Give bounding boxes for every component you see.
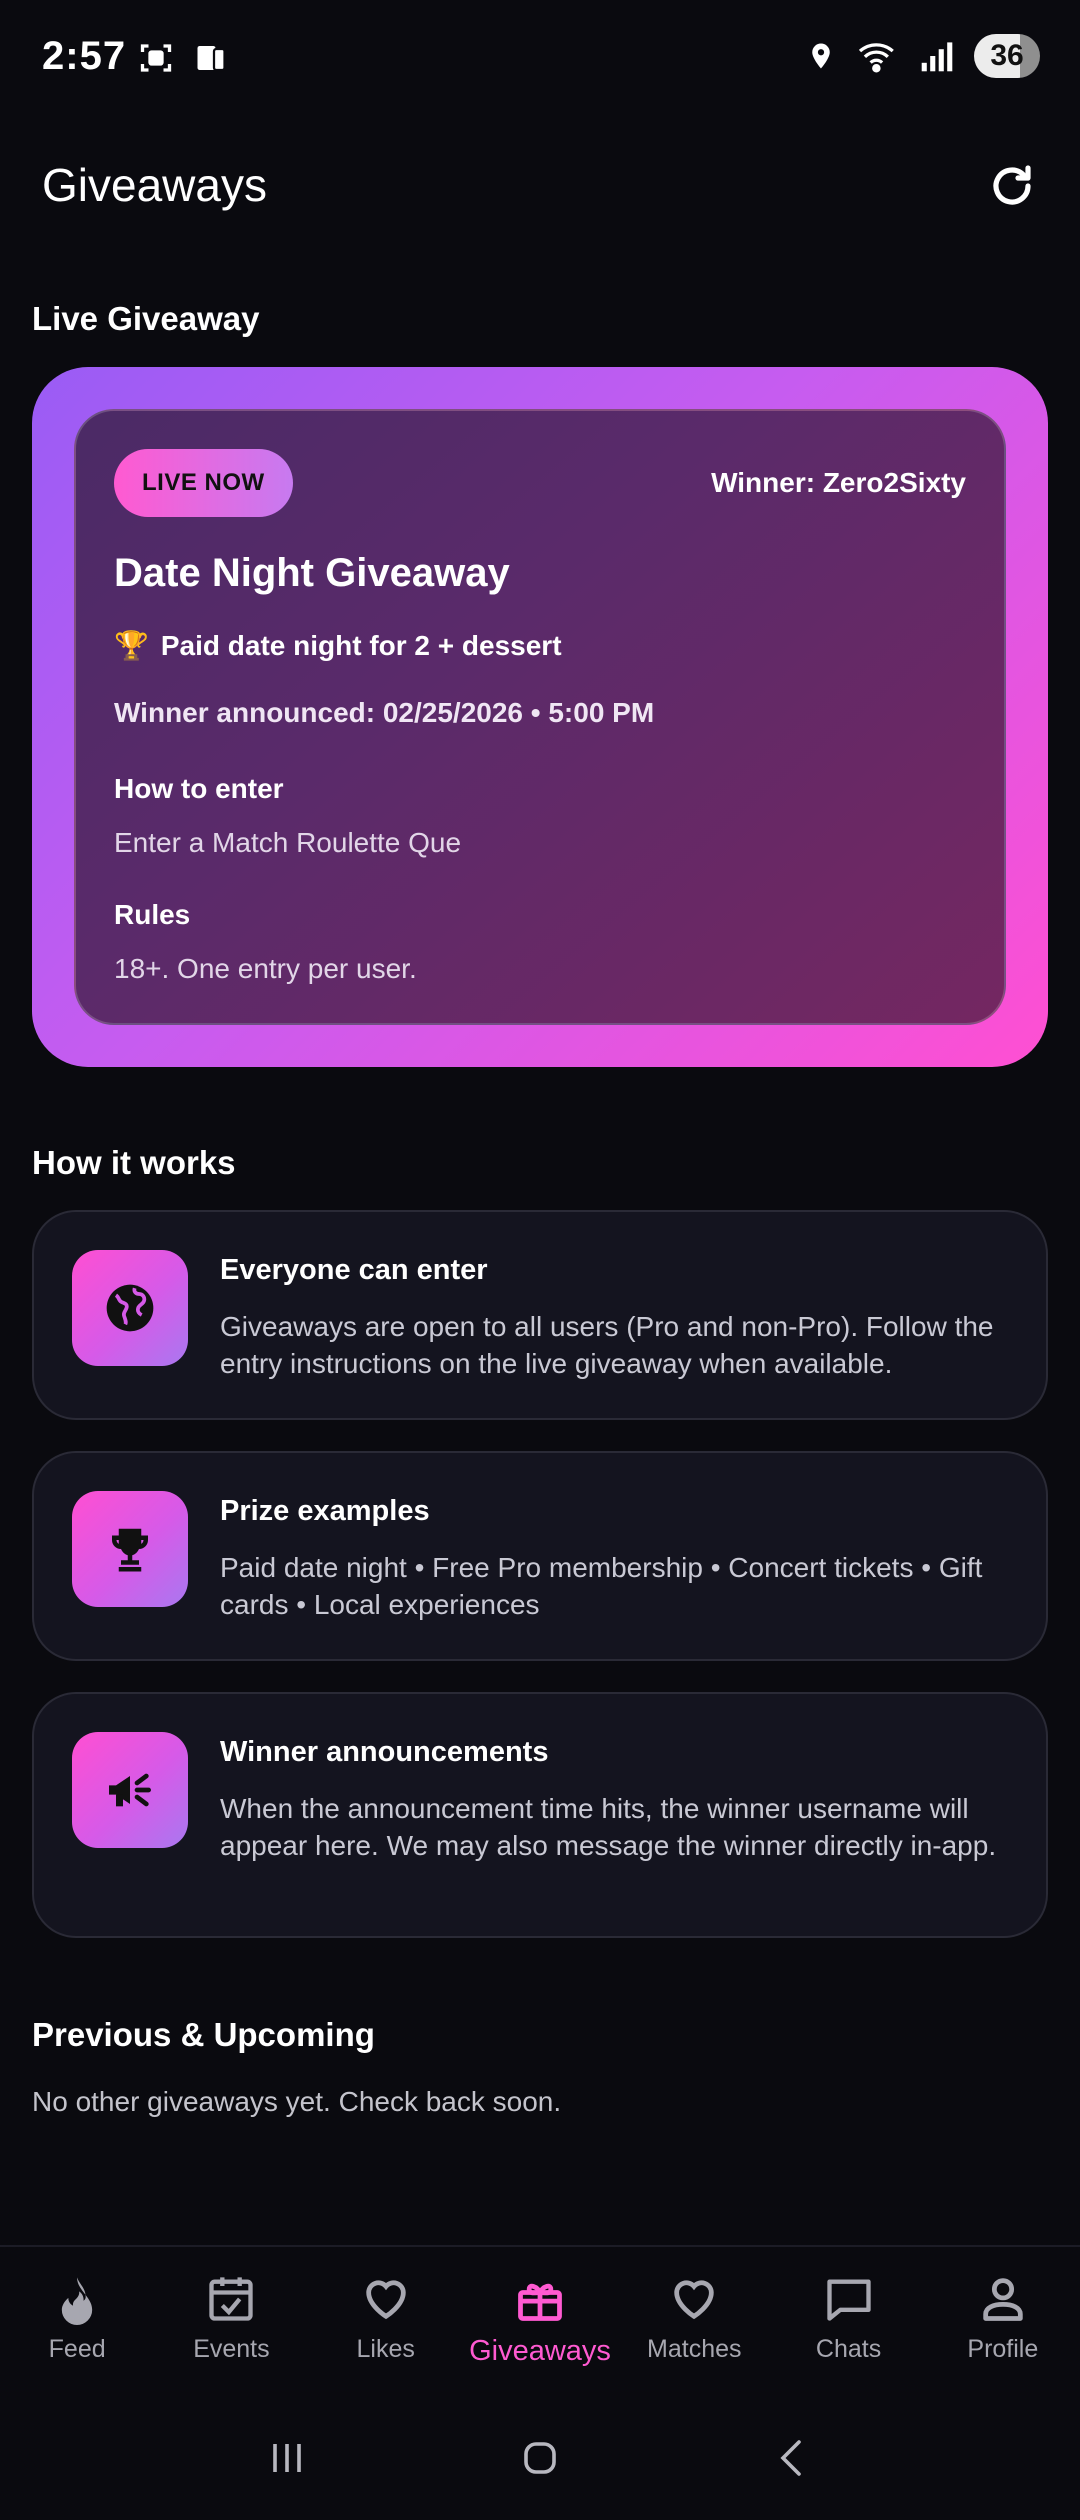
- prize-line: 🏆 Paid date night for 2 + dessert: [114, 629, 562, 662]
- info-card-title: Winner announcements: [220, 1736, 549, 1768]
- nav-label: Likes: [356, 2335, 415, 2363]
- info-icon-tile: [72, 1732, 188, 1848]
- screenshot-icon: [140, 44, 172, 72]
- how-it-works-heading: How it works: [32, 1144, 236, 1181]
- winner-label: Winner: Zero2Sixty: [711, 467, 966, 498]
- status-right-icons: 36: [806, 34, 1040, 78]
- back-icon[interactable]: [769, 2434, 817, 2482]
- status-bar: 2:57 36: [0, 0, 1080, 120]
- signal-icon: [921, 42, 953, 72]
- page-title: Giveaways: [42, 159, 267, 211]
- battery-indicator: 36: [974, 34, 1040, 78]
- refresh-icon: [993, 165, 1031, 205]
- info-card-title: Everyone can enter: [220, 1254, 488, 1286]
- bottom-nav: Feed Events Likes Giveaways Matches Chat…: [0, 2245, 1080, 2395]
- nav-item-likes[interactable]: Likes: [309, 2247, 463, 2395]
- info-card-winner-announcements: Winner announcements When the announceme…: [32, 1692, 1048, 1938]
- chat-bubble-icon: [826, 2279, 871, 2321]
- live-giveaway-card[interactable]: LIVE NOW Winner: Zero2Sixty Date Night G…: [32, 367, 1048, 1067]
- empty-state-text: No other giveaways yet. Check back soon.: [32, 2086, 562, 2117]
- rules-text: 18+. One entry per user.: [114, 953, 417, 984]
- status-time: 2:57: [42, 34, 127, 78]
- info-card-title: Prize examples: [220, 1495, 430, 1527]
- flame-icon: [61, 2277, 93, 2325]
- giveaways-screen: 2:57 36 Giveaways Live Giveaway LIVE NOW…: [0, 0, 1080, 2520]
- info-card-prizes: Prize examples Paid date night • Free Pr…: [32, 1451, 1048, 1661]
- system-nav-bar: [0, 2395, 1080, 2520]
- announcement-time: Winner announced: 02/25/2026 • 5:00 PM: [114, 697, 655, 728]
- nav-label: Chats: [815, 2335, 882, 2363]
- gift-icon: [518, 2283, 562, 2321]
- previous-upcoming-heading: Previous & Upcoming: [32, 2016, 375, 2053]
- nav-item-chats[interactable]: Chats: [771, 2247, 925, 2395]
- nav-label: Events: [193, 2335, 270, 2363]
- recent-apps-icon[interactable]: [263, 2434, 311, 2482]
- live-giveaway-card-inner: LIVE NOW Winner: Zero2Sixty Date Night G…: [74, 409, 1006, 1025]
- nav-item-feed[interactable]: Feed: [0, 2247, 154, 2395]
- location-icon: [812, 43, 830, 69]
- prize-text: Paid date night for 2 + dessert: [160, 629, 562, 661]
- info-card-body: Paid date night • Free Pro membership • …: [220, 1552, 983, 1620]
- heart-outline-icon: [674, 2280, 714, 2320]
- how-to-enter-label: How to enter: [114, 773, 284, 804]
- info-card-body: When the announcement time hits, the win…: [220, 1793, 997, 1861]
- nav-item-matches[interactable]: Matches: [617, 2247, 771, 2395]
- nav-item-giveaways[interactable]: Giveaways: [463, 2247, 617, 2395]
- wifi-icon: [858, 43, 894, 73]
- nav-item-events[interactable]: Events: [154, 2247, 308, 2395]
- info-card-body: Giveaways are open to all users (Pro and…: [220, 1311, 994, 1379]
- rules-label: Rules: [114, 899, 191, 930]
- info-icon-tile: [72, 1250, 188, 1366]
- device-icon: [197, 46, 226, 72]
- how-to-enter-text: Enter a Match Roulette Que: [114, 827, 462, 858]
- live-giveaway-heading: Live Giveaway: [32, 300, 260, 337]
- nav-label: Matches: [647, 2335, 742, 2363]
- refresh-button[interactable]: [982, 156, 1042, 216]
- heart-icon: [365, 2280, 406, 2320]
- status-left-icons: [138, 40, 230, 76]
- live-now-badge: LIVE NOW: [114, 449, 293, 517]
- globe-icon: [106, 1284, 154, 1332]
- app-header: Giveaways: [0, 120, 1080, 250]
- info-icon-tile: [72, 1491, 188, 1607]
- calendar-check-icon: [209, 2277, 254, 2321]
- person-icon: [983, 2278, 1023, 2321]
- nav-label: Feed: [48, 2335, 106, 2363]
- home-icon[interactable]: [516, 2434, 564, 2482]
- trophy-icon: [112, 1528, 148, 1572]
- info-card-everyone: Everyone can enter Giveaways are open to…: [32, 1210, 1048, 1420]
- nav-label: Giveaways: [469, 2335, 611, 2367]
- giveaway-title: Date Night Giveaway: [114, 551, 510, 595]
- megaphone-icon: [109, 1773, 152, 1807]
- trophy-emoji-icon: 🏆: [114, 630, 149, 661]
- nav-item-profile[interactable]: Profile: [926, 2247, 1080, 2395]
- nav-label: Profile: [967, 2335, 1039, 2363]
